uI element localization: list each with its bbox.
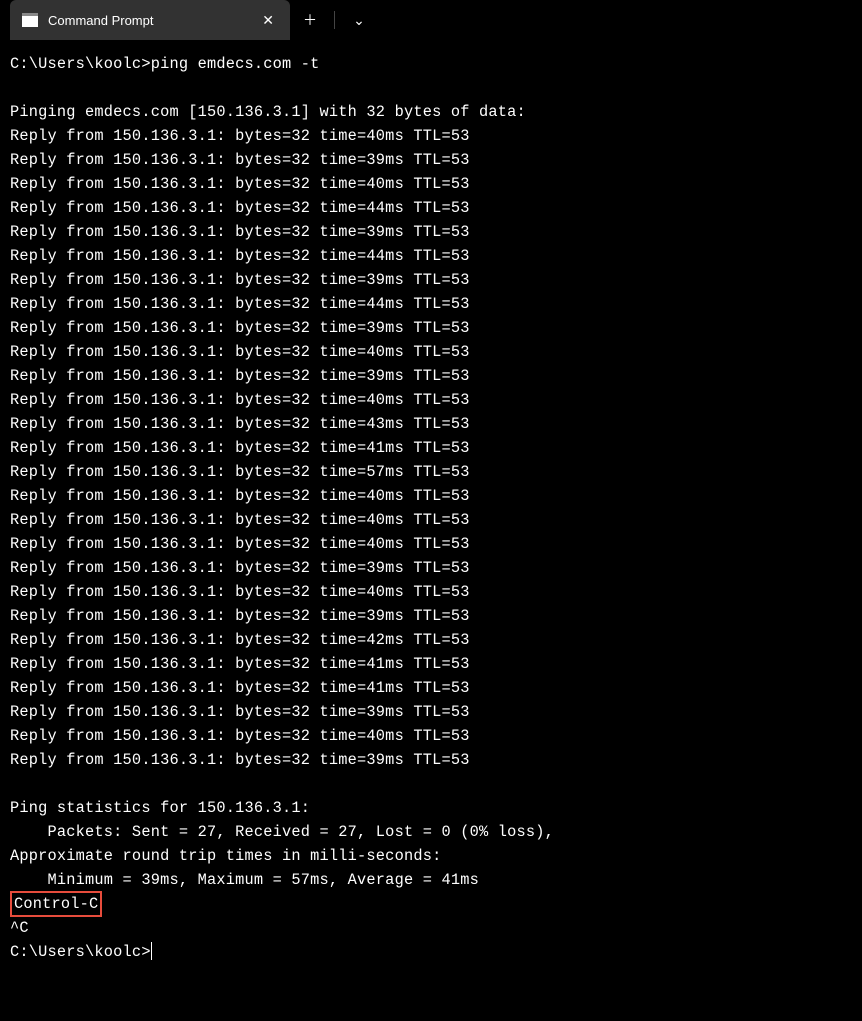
prompt: C:\Users\koolc>: [10, 55, 151, 73]
titlebar-controls: ＋ ⌄: [290, 0, 379, 40]
tab-title: Command Prompt: [48, 13, 248, 28]
packets-line: Packets: Sent = 27, Received = 27, Lost …: [10, 823, 554, 841]
titlebar: Command Prompt ✕ ＋ ⌄: [0, 0, 862, 40]
ping-replies: Reply from 150.136.3.1: bytes=32 time=40…: [10, 124, 852, 772]
control-c-highlight: Control-C: [10, 891, 102, 917]
new-tab-button[interactable]: ＋: [290, 0, 330, 40]
terminal-icon: [22, 13, 38, 27]
caret-c: ^C: [10, 919, 29, 937]
close-tab-button[interactable]: ✕: [258, 10, 278, 31]
command: ping emdecs.com -t: [151, 55, 320, 73]
tab-dropdown-button[interactable]: ⌄: [339, 0, 379, 40]
stats-header: Ping statistics for 150.136.3.1:: [10, 799, 310, 817]
cursor: [151, 942, 153, 960]
approx-header: Approximate round trip times in milli-se…: [10, 847, 441, 865]
ping-header: Pinging emdecs.com [150.136.3.1] with 32…: [10, 103, 526, 121]
minmax-line: Minimum = 39ms, Maximum = 57ms, Average …: [10, 871, 479, 889]
prompt: C:\Users\koolc>: [10, 943, 151, 961]
terminal-output[interactable]: C:\Users\koolc>ping emdecs.com -t Pingin…: [0, 40, 862, 976]
divider: [334, 11, 335, 29]
terminal-tab[interactable]: Command Prompt ✕: [10, 0, 290, 40]
